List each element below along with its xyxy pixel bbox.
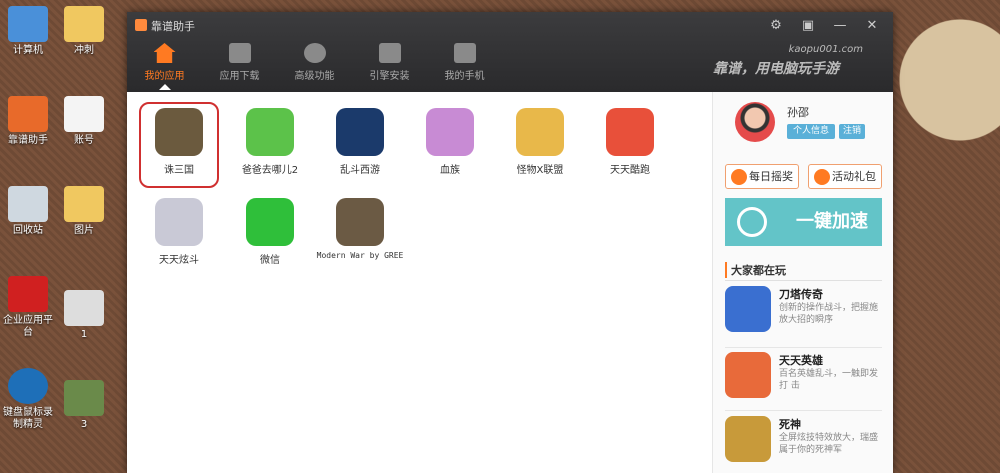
settings-icon[interactable]: ⚙ [763, 16, 789, 36]
app-item[interactable]: 诛三国 [134, 108, 224, 176]
profile-button[interactable]: 个人信息 [787, 124, 835, 139]
computer-icon [8, 6, 48, 42]
tab-my-apps[interactable]: 我的应用 [127, 40, 202, 92]
minimize-icon[interactable]: — [827, 16, 853, 36]
game-icon-dota [725, 286, 771, 332]
desktop-icon-kaopu[interactable]: 靠谱助手 [0, 96, 56, 147]
app-item[interactable]: Modern War by GREE [315, 198, 405, 260]
avatar[interactable] [735, 102, 775, 142]
screenshot-icon [64, 290, 104, 326]
app-grid: 诛三国 爸爸去哪儿2 乱斗西游 血族 怪物X联盟 天天酷跑 天天炫斗 微信 Mo… [127, 92, 712, 473]
gift-pack-button[interactable]: 活动礼包 [808, 164, 882, 189]
wechat-icon [246, 198, 294, 246]
app-item[interactable]: 爸爸去哪儿2 [225, 108, 315, 176]
app-item[interactable]: 天天酷跑 [585, 108, 675, 176]
app-item[interactable]: 微信 [225, 198, 315, 266]
divider [725, 280, 882, 281]
app-item[interactable]: 乱斗西游 [315, 108, 405, 176]
logout-button[interactable]: 注销 [839, 124, 865, 139]
hot-game-item[interactable]: 刀塔传奇 创新的操作战斗，把握施放大招的瞬序 [725, 286, 885, 342]
username: 孙邵 [787, 106, 809, 119]
desktop-icon-keymouse[interactable]: 键盘鼠标录制精灵 [0, 368, 56, 431]
close-icon[interactable]: ✕ [859, 16, 885, 36]
desktop-icon-account[interactable]: 账号 [56, 96, 112, 147]
divider [725, 347, 882, 348]
game-icon-tiantian-hero [725, 352, 771, 398]
desktop-icon-1[interactable]: 1 [56, 290, 112, 341]
folder-icon [64, 6, 104, 42]
home-icon [153, 43, 176, 63]
desktop-icon-sprint[interactable]: 冲刺 [56, 6, 112, 57]
title-bar: 靠谱助手 ⚙ ▣ — ✕ kaopu001.com 靠谱，用电脑玩手游 我的应用… [127, 12, 893, 92]
desktop-icon-recycle[interactable]: 回收站 [0, 186, 56, 237]
window-controls: ⚙ ▣ — ✕ [763, 16, 885, 36]
tab-engine-install[interactable]: 引擎安装 [352, 40, 427, 92]
main-nav: 我的应用 应用下载 高级功能 引擎安装 我的手机 [127, 40, 502, 92]
desktop-icon-u8[interactable]: 企业应用平台 [0, 276, 56, 339]
desktop-icon-pictures[interactable]: 图片 [56, 186, 112, 237]
daily-lottery-button[interactable]: 每日摇奖 [725, 164, 799, 189]
sidebar: 孙邵 个人信息 注销 每日摇奖 活动礼包 一键加速 大家都在玩 刀塔传奇 创新的… [712, 92, 893, 473]
phone-exit-icon [453, 43, 476, 63]
gift-icon [814, 169, 830, 185]
app-item[interactable]: 血族 [405, 108, 495, 176]
download-icon [228, 43, 251, 63]
document-icon [64, 96, 104, 132]
recycle-bin-icon [8, 186, 48, 222]
game-icon-zhusanguo [155, 108, 203, 156]
window-title: 靠谱助手 [151, 20, 195, 33]
tab-advanced[interactable]: 高级功能 [277, 40, 352, 92]
app-item[interactable]: 怪物X联盟 [495, 108, 585, 176]
hot-games-title: 大家都在玩 [725, 262, 786, 278]
hot-game-item[interactable]: 死神 全屏炫技特效放大，瑞盛属于你的死神军 [725, 416, 885, 472]
game-icon-sishen [725, 416, 771, 462]
site-url: kaopu001.com [788, 44, 863, 55]
cursor-icon [8, 368, 48, 404]
screenshot-icon [64, 380, 104, 416]
desktop-icon-computer[interactable]: 计算机 [0, 6, 56, 57]
one-click-boost-button[interactable]: 一键加速 [725, 198, 882, 246]
game-icon-kupao [606, 108, 654, 156]
yen-coin-icon [731, 169, 747, 185]
app-item[interactable]: 天天炫斗 [134, 198, 224, 266]
u8-icon [8, 276, 48, 312]
tab-my-phone[interactable]: 我的手机 [427, 40, 502, 92]
mini-mode-icon[interactable]: ▣ [795, 16, 821, 36]
game-icon-monster [516, 108, 564, 156]
kaopu-logo-icon [8, 96, 48, 132]
game-icon-baba [246, 108, 294, 156]
hot-game-item[interactable]: 天天英雄 百名英雄乱斗，一触即发 打 击 [725, 352, 885, 408]
app-logo-icon [135, 19, 147, 31]
folder-icon [64, 186, 104, 222]
game-icon-modern-war [336, 198, 384, 246]
divider [725, 410, 882, 411]
desktop-icon-3[interactable]: 3 [56, 380, 112, 431]
game-icon-xuezu [426, 108, 474, 156]
speedometer-icon [737, 207, 767, 237]
gears-icon [303, 43, 326, 63]
tab-app-download[interactable]: 应用下载 [202, 40, 277, 92]
game-icon-luandou [336, 108, 384, 156]
kaopu-window: 靠谱助手 ⚙ ▣ — ✕ kaopu001.com 靠谱，用电脑玩手游 我的应用… [127, 12, 893, 473]
drive-icon [378, 43, 401, 63]
slogan: 靠谱，用电脑玩手游 [713, 61, 839, 77]
game-icon-xuandou [155, 198, 203, 246]
